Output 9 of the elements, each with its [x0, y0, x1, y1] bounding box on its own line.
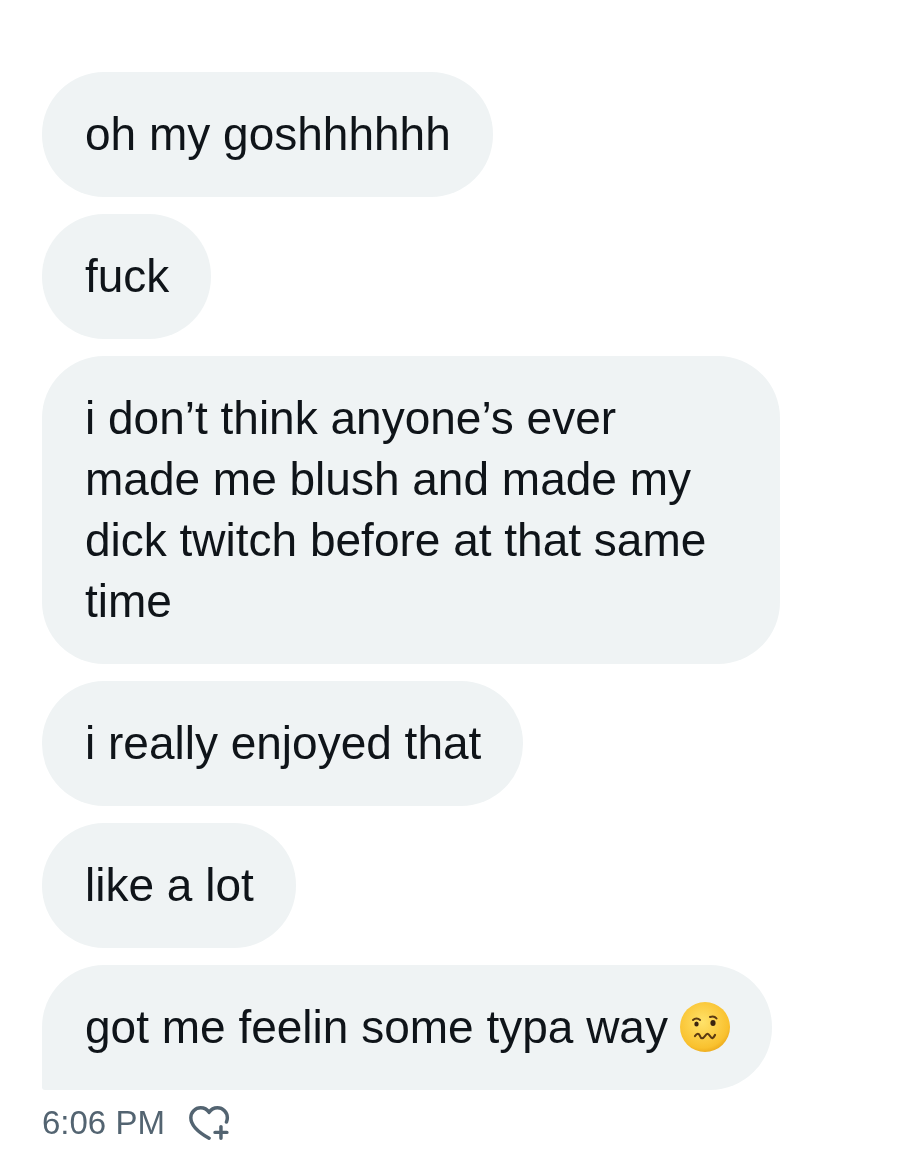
message-text: fuck [85, 250, 170, 302]
message-timestamp: 6:06 PM [42, 1103, 165, 1143]
message-text: i really enjoyed that [85, 717, 482, 769]
message-text: got me feelin some typa way [85, 1001, 668, 1053]
message-text: like a lot [85, 859, 254, 911]
message-text: oh my goshhhhhh [85, 108, 451, 160]
heart-plus-icon [188, 1106, 231, 1140]
add-reaction-button[interactable] [188, 1106, 231, 1140]
message-text: i don’t think anyone’s ever made me blush and made my dick twitch before at that same time [85, 392, 707, 627]
